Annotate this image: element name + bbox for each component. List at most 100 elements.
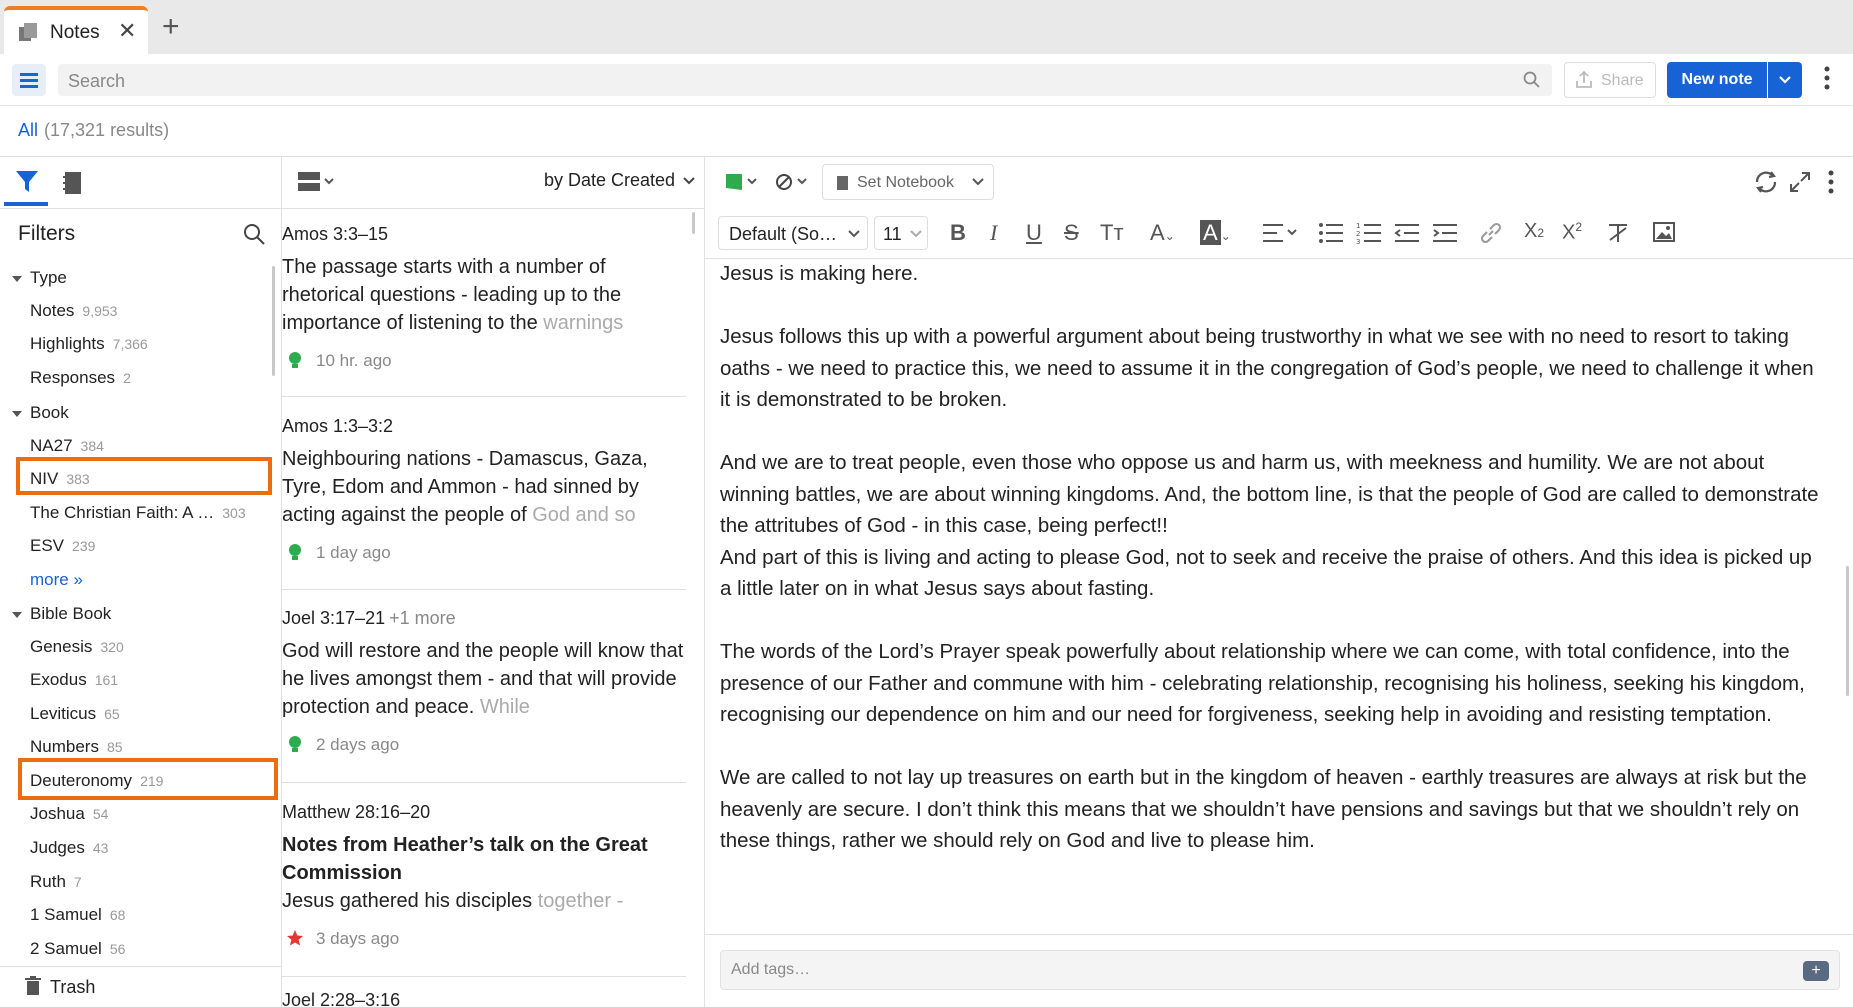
filter-item[interactable]: Highlights 7,366 <box>30 334 148 354</box>
editor-paragraph: And we are to treat people, even those w… <box>720 451 1819 537</box>
text-case-button[interactable]: Tт <box>1100 220 1124 246</box>
note-card[interactable]: Joel 3:17–21 +1 more God will restore and… <box>282 608 687 755</box>
notes-icon <box>19 23 37 41</box>
font-color-button[interactable]: A⌄ <box>1150 220 1175 246</box>
results-summary: All (17,321 results) <box>18 120 169 141</box>
tags-input[interactable]: Add tags… + <box>720 950 1840 990</box>
subscript-button[interactable]: X2 <box>1524 220 1544 243</box>
more-books-link[interactable]: more » <box>30 570 83 590</box>
trash-button[interactable]: Trash <box>24 976 95 998</box>
expand-icon[interactable] <box>1788 170 1812 194</box>
note-preview: God will restore and the people will kno… <box>282 640 684 718</box>
search-icon[interactable] <box>242 222 266 246</box>
tab-bar: Notes ✕ + <box>0 0 1853 54</box>
note-time: 10 hr. ago <box>282 351 687 371</box>
scope-all-link[interactable]: All <box>18 120 38 140</box>
view-toggle-icon[interactable] <box>298 170 338 194</box>
superscript-button[interactable]: X2 <box>1562 220 1582 245</box>
share-button[interactable]: Share <box>1564 62 1656 98</box>
note-card[interactable]: Joel 2:28–3:16 <box>282 990 687 1007</box>
font-family-select[interactable]: Default (So… <box>718 216 868 250</box>
chevron-down-icon <box>12 410 22 417</box>
search-input[interactable]: Search <box>58 64 1552 96</box>
filter-item[interactable]: 2 Samuel 56 <box>30 939 125 959</box>
strikethrough-button[interactable]: S <box>1064 220 1079 246</box>
align-icon[interactable] <box>1262 222 1300 244</box>
divider <box>705 934 1853 935</box>
note-editor[interactable]: Jesus is making here. Jesus follows this… <box>720 258 1820 888</box>
underline-button[interactable]: U <box>1026 220 1042 246</box>
top-toolbar: Search Share New note <box>0 54 1853 106</box>
scrollbar[interactable] <box>1846 566 1849 696</box>
results-count: (17,321 results) <box>44 120 170 140</box>
note-reference: Joel 3:17–21 +1 more <box>282 608 456 628</box>
menu-button[interactable] <box>12 64 46 96</box>
notebook-icon[interactable] <box>62 170 84 196</box>
divider <box>282 208 704 209</box>
bullet-list-icon[interactable] <box>1318 222 1344 244</box>
divider <box>0 156 1853 157</box>
lightbulb-icon <box>289 352 301 368</box>
filter-item[interactable]: Responses 2 <box>30 368 131 388</box>
filter-item[interactable]: Notes 9,953 <box>30 301 117 321</box>
filter-item[interactable]: 1 Samuel 68 <box>30 905 125 925</box>
sort-dropdown[interactable]: by Date Created <box>544 170 696 191</box>
highlight-box <box>18 758 278 800</box>
clear-format-icon[interactable] <box>1606 222 1630 244</box>
font-size-select[interactable]: 11 <box>874 216 928 250</box>
filter-item[interactable]: Judges 43 <box>30 838 108 858</box>
close-icon[interactable]: ✕ <box>118 18 136 44</box>
divider <box>0 966 281 967</box>
new-note-dropdown[interactable] <box>1768 62 1802 98</box>
indent-icon[interactable] <box>1432 222 1458 244</box>
star-icon <box>287 930 303 946</box>
filter-item[interactable]: Exodus 161 <box>30 670 118 690</box>
filter-group-book[interactable]: Book <box>12 403 69 423</box>
search-placeholder: Search <box>68 71 126 91</box>
filter-item[interactable]: Numbers 85 <box>30 737 123 757</box>
note-card[interactable]: Matthew 28:16–20 Notes from Heather’s ta… <box>282 802 687 949</box>
note-card[interactable]: Amos 3:3–15 The passage starts with a nu… <box>282 224 687 371</box>
more-options-icon[interactable] <box>1820 64 1834 94</box>
image-icon[interactable] <box>1652 220 1676 244</box>
filter-group-bible-book[interactable]: Bible Book <box>12 604 111 624</box>
new-tab-button[interactable]: + <box>162 12 180 42</box>
scrollbar[interactable] <box>692 212 695 234</box>
filter-item[interactable]: Ruth 7 <box>30 872 82 892</box>
filter-item[interactable]: ESV 239 <box>30 536 95 556</box>
sync-icon[interactable] <box>1752 168 1780 196</box>
chevron-down-icon <box>12 275 22 282</box>
filter-item[interactable]: The Christian Faith: A … 303 <box>30 503 246 523</box>
tab-notes[interactable]: Notes ✕ <box>4 6 148 54</box>
outdent-icon[interactable] <box>1394 222 1420 244</box>
editor-paragraph: And part of this is living and acting to… <box>720 545 1812 601</box>
filter-item[interactable]: Leviticus 65 <box>30 704 120 724</box>
more-options-icon[interactable] <box>1824 168 1838 196</box>
note-card[interactable]: Amos 1:3–3:2 Neighbouring nations - Dama… <box>282 416 687 563</box>
filter-item[interactable]: Genesis 320 <box>30 637 124 657</box>
editor-paragraph: Jesus follows this up with a powerful ar… <box>720 325 1814 411</box>
filters-title: Filters <box>18 222 76 245</box>
note-preview: Neighbouring nations - Damascus, Gaza, T… <box>282 448 648 526</box>
link-icon[interactable] <box>1478 220 1504 246</box>
scrollbar[interactable] <box>272 266 275 376</box>
no-style-icon[interactable] <box>774 170 814 194</box>
numbered-list-icon[interactable]: 123 <box>1356 222 1382 244</box>
svg-text:1: 1 <box>1356 222 1360 230</box>
filter-item[interactable]: Joshua 54 <box>30 804 108 824</box>
add-tag-icon[interactable]: + <box>1803 961 1829 981</box>
tab-label: Notes <box>50 22 100 43</box>
bold-button[interactable]: B <box>950 220 966 246</box>
new-note-button[interactable]: New note <box>1667 62 1767 98</box>
highlight-color-button[interactable]: A ⌄ <box>1200 220 1231 246</box>
filter-icon[interactable] <box>14 168 40 196</box>
set-notebook-dropdown[interactable]: Set Notebook <box>822 164 994 200</box>
note-reference: Matthew 28:16–20 <box>282 802 431 822</box>
divider <box>282 782 686 783</box>
chevron-down-icon <box>910 230 922 238</box>
filter-group-type[interactable]: Type <box>12 268 67 288</box>
note-time: 2 days ago <box>282 735 687 755</box>
color-tag-icon[interactable] <box>724 170 764 194</box>
italic-button[interactable]: I <box>990 220 997 246</box>
filter-item[interactable]: NA27 384 <box>30 436 104 456</box>
